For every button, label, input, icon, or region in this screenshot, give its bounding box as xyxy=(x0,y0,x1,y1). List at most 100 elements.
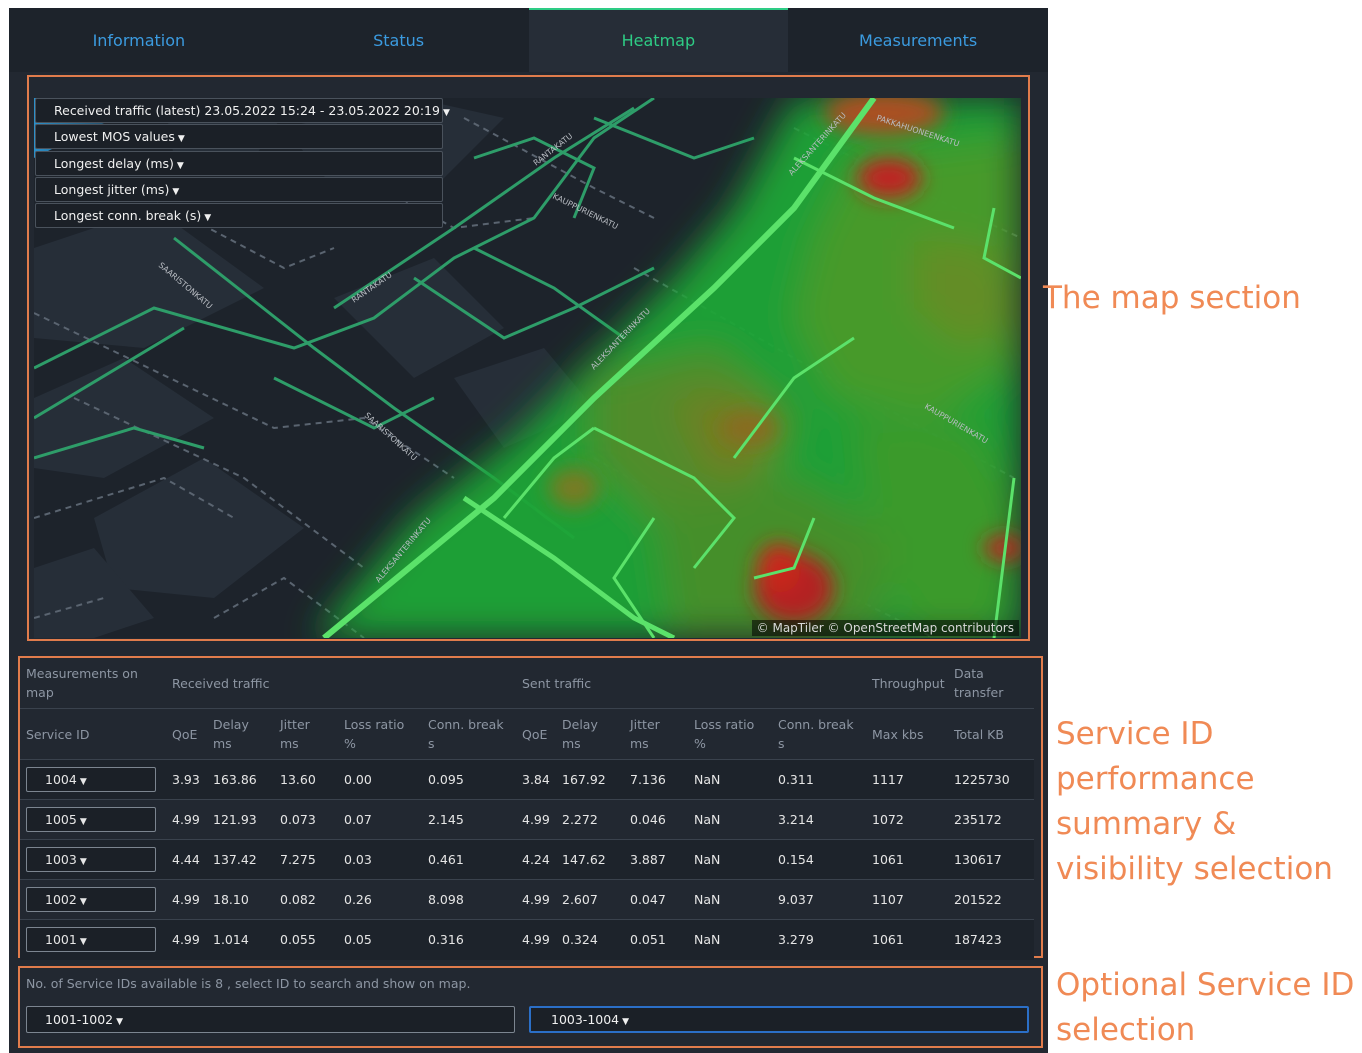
table-cell: NaN xyxy=(694,932,721,948)
service-id-dropdown[interactable]: 1002 ▼ xyxy=(26,887,156,912)
service-ids-info: No. of Service IDs available is 8 , sele… xyxy=(26,976,471,991)
col-max-kbs: Max kbs xyxy=(866,708,948,760)
table-cell: 0.082 xyxy=(280,892,316,907)
table-cell: 3.887 xyxy=(630,852,666,867)
table-cell: 1061 xyxy=(872,932,904,948)
service-id-cell: 1002 ▼ xyxy=(20,880,166,920)
table-cell: 13.60 xyxy=(280,772,316,787)
table-cell: 4.99 xyxy=(522,812,550,827)
table-cell: 4.99 xyxy=(522,932,550,948)
table-cell: 0.047 xyxy=(630,892,666,907)
table-cell: NaN xyxy=(694,812,721,827)
table-cell: 4.99 xyxy=(172,892,200,907)
longest-conn-break-dropdown[interactable]: Longest conn. break (s) ▼ xyxy=(35,203,443,228)
table-cell: 2.145 xyxy=(428,812,464,827)
table-cell: 3.279 xyxy=(778,932,814,948)
table-row: 1005 ▼ 4.99 121.93 0.073 0.07 2.145 4.99 2.272 0.… xyxy=(20,799,1034,840)
annotation-map-section: The map section xyxy=(1043,280,1301,316)
table-cell: 0.26 xyxy=(344,892,372,907)
table-cell: 3.214 xyxy=(778,812,814,827)
column-header-row: Service ID QoE Delay ms Jitter ms Loss rat… xyxy=(20,708,1034,760)
table-cell: 147.62 xyxy=(562,852,606,867)
col-qoe: QoE xyxy=(166,708,207,760)
group-header-sent: Sent traffic xyxy=(522,675,592,691)
table-cell: 1117 xyxy=(872,772,904,787)
table-cell: 0.046 xyxy=(630,812,666,827)
table-cell: 0.095 xyxy=(428,772,464,787)
longest-delay-dropdown[interactable]: Longest delay (ms) ▼ xyxy=(35,151,443,176)
service-id-dropdown[interactable]: 1001 ▼ xyxy=(26,927,156,953)
table-cell: 0.07 xyxy=(344,812,372,827)
col-service-id: Service ID xyxy=(20,708,166,760)
caret-down-icon: ▼ xyxy=(116,1017,124,1027)
service-id-dropdown[interactable]: 1003 ▼ xyxy=(26,847,156,872)
table-cell: 3.93 xyxy=(172,772,200,787)
table-cell: NaN xyxy=(694,852,721,867)
table-cell: 0.154 xyxy=(778,852,814,867)
service-id-dropdown[interactable]: 1005 ▼ xyxy=(26,807,156,832)
caret-down-icon: ▼ xyxy=(79,777,87,787)
col-loss-ratio: Loss ratio% xyxy=(688,708,772,760)
col-loss-ratio: Loss ratio% xyxy=(338,708,422,760)
service-id-cell: 1001 ▼ xyxy=(20,920,166,960)
service-summary-table: Measurements on map Received traffic Sen… xyxy=(20,658,1034,960)
table-cell: 0.461 xyxy=(428,852,464,867)
table-row: 1002 ▼ 4.99 18.10 0.082 0.26 8.098 4.99 2.607 0.0… xyxy=(20,879,1034,920)
service-id-dropdown[interactable]: 1004 ▼ xyxy=(26,767,156,792)
table-cell: 4.99 xyxy=(172,812,200,827)
caret-down-icon: ▼ xyxy=(622,1017,630,1027)
col-jitter: Jitter ms xyxy=(624,708,688,760)
service-id-cell: 1005 ▼ xyxy=(20,800,166,840)
service-range-select-2[interactable]: 1003-1004 ▼ xyxy=(529,1006,1029,1033)
table-cell: 7.136 xyxy=(630,772,666,787)
tab-heatmap[interactable]: Heatmap xyxy=(528,8,789,72)
table-cell: 121.93 xyxy=(213,812,257,827)
longest-jitter-dropdown[interactable]: Longest jitter (ms) ▼ xyxy=(35,177,443,202)
app-window: Information Status Heatmap Measurements xyxy=(9,8,1048,1053)
table-cell: 163.86 xyxy=(213,772,257,787)
tab-measurements[interactable]: Measurements xyxy=(788,8,1048,72)
caret-down-icon: ▼ xyxy=(442,108,450,118)
col-conn-break: Conn. break s xyxy=(772,708,866,760)
table-cell: 8.098 xyxy=(428,892,464,907)
caret-down-icon: ▼ xyxy=(79,817,87,827)
table-cell: 1107 xyxy=(872,892,904,907)
map-attribution[interactable]: © MapTiler © OpenStreetMap contributors xyxy=(751,620,1019,636)
tab-status[interactable]: Status xyxy=(269,8,529,72)
table-cell: 0.316 xyxy=(428,932,464,948)
table-cell: 2.272 xyxy=(562,812,598,827)
col-total-kb: Total KB xyxy=(948,708,1034,760)
annotation-optional-selection: Optional Service ID selection xyxy=(1056,967,1355,1048)
received-traffic-dropdown[interactable]: Received traffic (latest) 23.05.2022 15:… xyxy=(35,98,450,123)
col-conn-break: Conn. break s xyxy=(422,708,516,760)
col-qoe: QoE xyxy=(516,708,556,760)
caret-down-icon: ▼ xyxy=(176,161,184,171)
service-range-select-1[interactable]: 1001-1002 ▼ xyxy=(26,1006,515,1033)
col-delay: Delay ms xyxy=(207,708,274,760)
table-cell: 7.275 xyxy=(280,852,316,867)
annotation-table-section: Service ID performance summary & visibil… xyxy=(1056,716,1333,887)
tab-information[interactable]: Information xyxy=(9,8,269,72)
lowest-mos-dropdown[interactable]: Lowest MOS values ▼ xyxy=(35,124,443,149)
table-cell: 1061 xyxy=(872,852,904,867)
table-cell: 187423 xyxy=(954,932,1002,948)
table-cell: 4.99 xyxy=(522,892,550,907)
table-row: 1004 ▼ 3.93 163.86 13.60 0.00 0.095 3.84 167.92 7… xyxy=(20,759,1034,800)
table-cell: 0.073 xyxy=(280,812,316,827)
col-jitter: Jitter ms xyxy=(274,708,338,760)
table-cell: 0.03 xyxy=(344,852,372,867)
caret-down-icon: ▼ xyxy=(79,937,87,948)
group-header-data-transfer: Data transfer xyxy=(954,666,1004,700)
col-delay: Delay ms xyxy=(556,708,624,760)
table-cell: 1225730 xyxy=(954,772,1010,787)
table-cell: 130617 xyxy=(954,852,1002,867)
table-cell: 4.99 xyxy=(172,932,200,948)
table-cell: 4.24 xyxy=(522,852,550,867)
caret-down-icon: ▼ xyxy=(172,187,180,197)
group-header-received: Received traffic xyxy=(172,675,270,691)
table-row: 1003 ▼ 4.44 137.42 7.275 0.03 0.461 4.24 147.62 3… xyxy=(20,839,1034,880)
table-cell: 0.055 xyxy=(280,932,316,948)
table-cell: 0.05 xyxy=(344,932,372,948)
table-cell: 0.311 xyxy=(778,772,814,787)
table-cell: 4.44 xyxy=(172,852,200,867)
